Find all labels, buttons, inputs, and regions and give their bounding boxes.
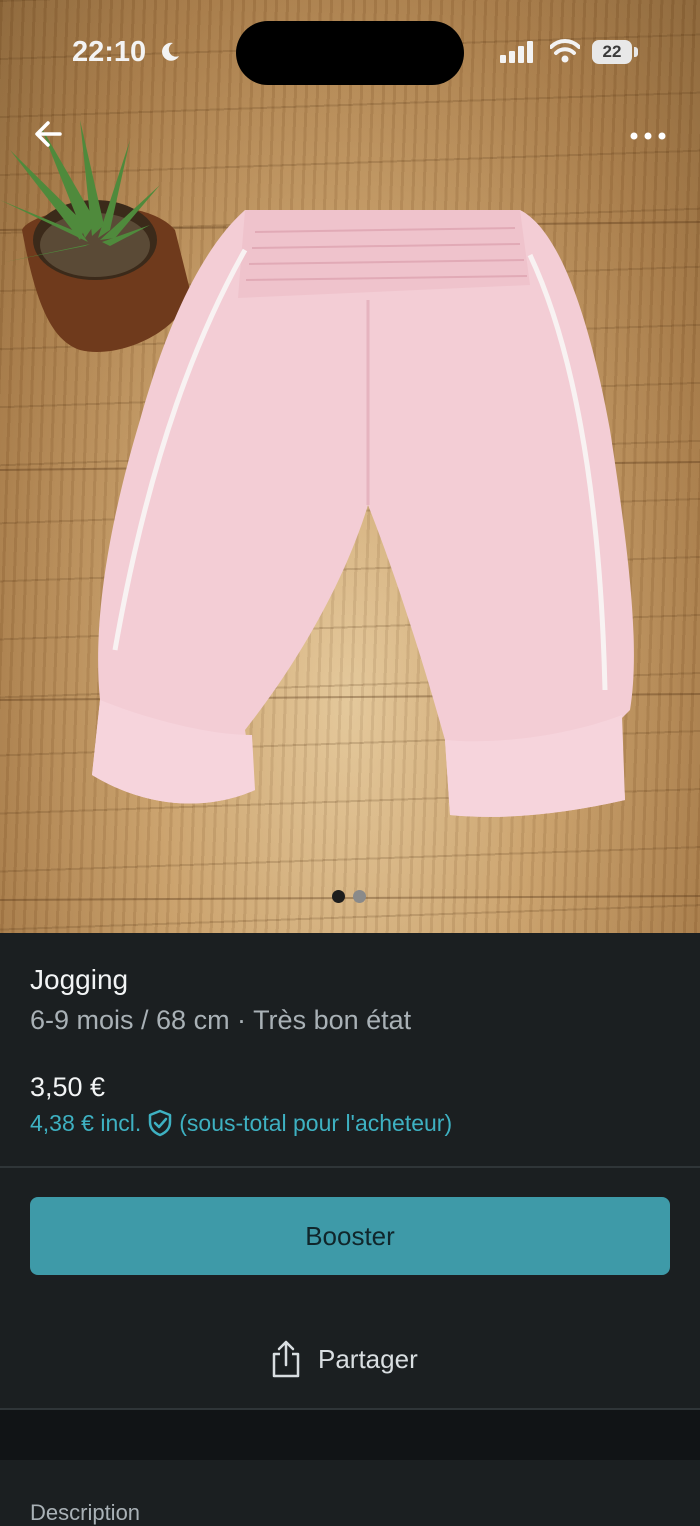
section-separator [0, 1410, 700, 1460]
share-icon [272, 1340, 300, 1378]
item-title: Jogging [30, 964, 129, 995]
product-photo[interactable]: 22:10 22 [0, 0, 700, 933]
carousel-indicator[interactable] [332, 890, 372, 904]
description-label: Description [30, 1500, 141, 1525]
shield-check-icon [149, 1109, 172, 1137]
carousel-dot-active[interactable] [332, 890, 345, 903]
share-button[interactable]: Partager [270, 1337, 418, 1381]
share-label: Partager [318, 1343, 418, 1374]
battery-icon: 22 [592, 40, 632, 64]
divider [0, 1166, 700, 1168]
battery-tip [634, 47, 638, 57]
wifi-icon [550, 39, 580, 63]
more-icon[interactable] [624, 118, 672, 154]
price-note: (sous-total pour l'acheteur) [179, 1109, 453, 1136]
back-arrow-icon[interactable] [30, 114, 70, 154]
status-time: 22:10 [72, 36, 147, 68]
photo-illustration [0, 120, 700, 901]
price-with-protection[interactable]: 4,38 € incl. (sous-total pour l'acheteur… [30, 1109, 452, 1137]
carousel-dot[interactable] [353, 890, 366, 903]
item-subtitle: 6-9 mois / 68 cm · Très bon état [30, 1005, 412, 1035]
dynamic-island [236, 21, 464, 85]
price-incl: 4,38 € incl. [30, 1109, 142, 1136]
plant [0, 120, 190, 352]
item-price: 3,50 € [30, 1072, 106, 1102]
signal-icon [500, 41, 533, 63]
booster-button[interactable]: Booster [30, 1197, 670, 1275]
moon-icon [162, 42, 179, 61]
status-bar: 22:10 22 [0, 0, 700, 100]
